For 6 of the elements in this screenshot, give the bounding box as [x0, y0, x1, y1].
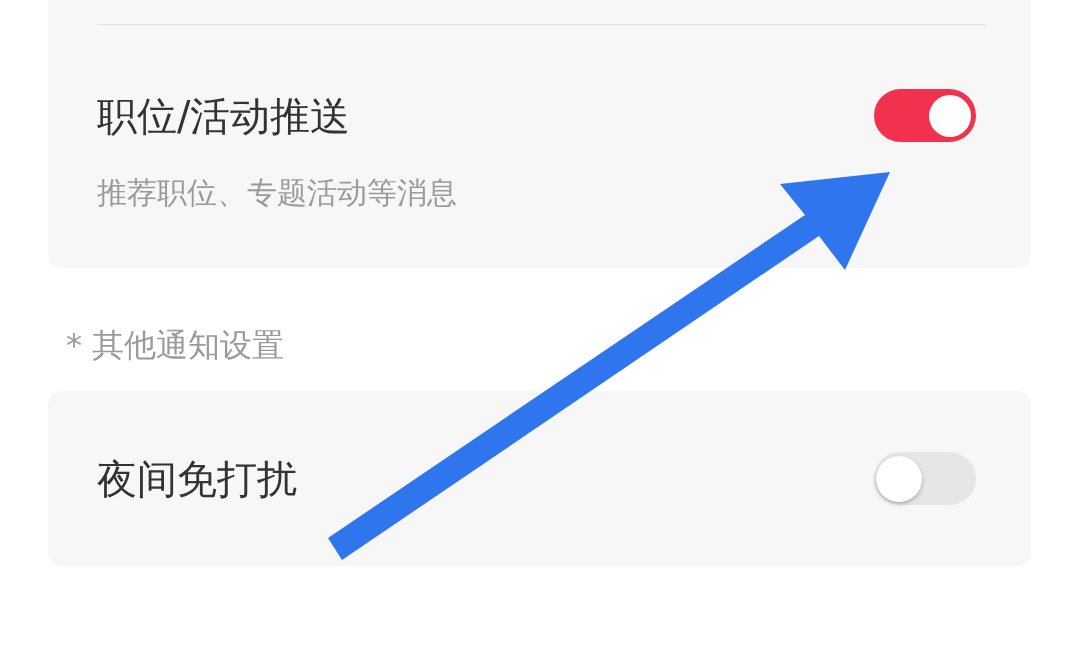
toggle-switch[interactable] [874, 452, 976, 505]
setting-description: 推荐职位、专题活动等消息 [97, 175, 458, 211]
setting-title: 夜间免打扰 [97, 454, 297, 503]
toggle-switch[interactable] [874, 89, 976, 142]
setting-title: 职位/活动推送 [97, 91, 351, 140]
section-header: * 其他通知设置 [65, 325, 286, 365]
